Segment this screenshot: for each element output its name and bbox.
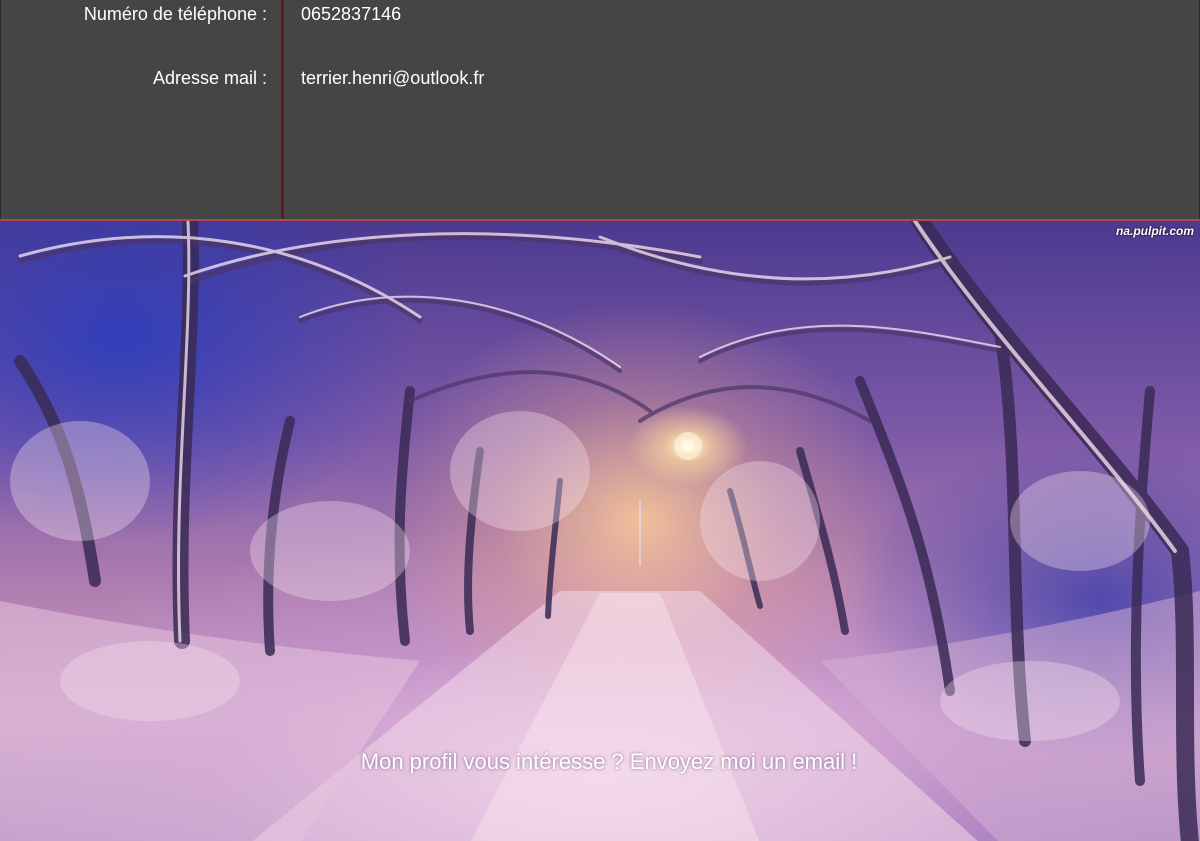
email-label: Adresse mail : — [152, 68, 267, 88]
contact-divider — [281, 0, 284, 219]
email-row: Adresse mail : terrier.henri@outlook.fr — [1, 64, 1199, 96]
phone-label: Numéro de téléphone : — [83, 4, 267, 24]
winter-forest-illustration — [0, 221, 1200, 841]
page: Numéro de téléphone : 0652837146 Adresse… — [0, 0, 1200, 841]
contact-panel: Numéro de téléphone : 0652837146 Adresse… — [0, 0, 1200, 219]
phone-row: Numéro de téléphone : 0652837146 — [1, 0, 1199, 32]
phone-value: 0652837146 — [301, 4, 402, 24]
watermark: na.pulpit.com — [1116, 224, 1194, 238]
email-value: terrier.henri@outlook.fr — [301, 68, 485, 88]
banner-image: na.pulpit.com Mon profil vous intéresse … — [0, 219, 1200, 841]
call-to-action-text: Mon profil vous intéresse ? Envoyez moi … — [360, 749, 858, 774]
